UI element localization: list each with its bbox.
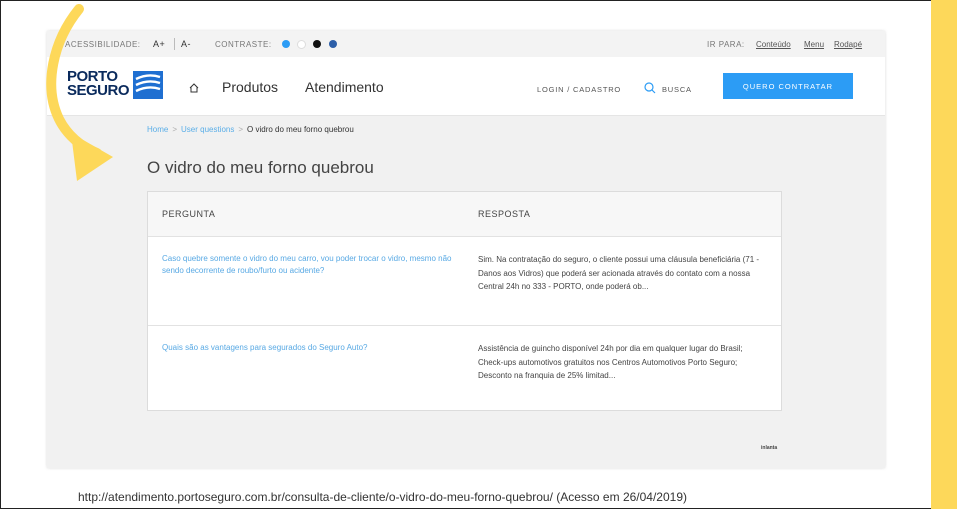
search-link[interactable]: Busca	[662, 85, 692, 94]
header-pergunta: Pergunta	[162, 209, 216, 219]
question-link[interactable]: Quais são as vantagens para segurados do…	[162, 342, 462, 354]
nav-atendimento[interactable]: Atendimento	[305, 79, 384, 95]
page-title: O vidro do meu forno quebrou	[147, 158, 374, 177]
contrast-blue-button[interactable]	[282, 40, 290, 48]
font-increase-button[interactable]: A+	[153, 39, 165, 49]
answer-text: Assistência de guincho disponível 24h po…	[478, 344, 743, 380]
qa-table: Pergunta Resposta Caso quebre somente o …	[147, 191, 782, 411]
goto-menu-link[interactable]: Menu	[804, 40, 824, 49]
goto-label: Ir para:	[707, 40, 745, 49]
header-resposta: Resposta	[478, 209, 531, 219]
contrast-label: Contraste:	[215, 40, 272, 49]
breadcrumb-separator: >	[238, 125, 244, 134]
font-decrease-button[interactable]: A-	[181, 39, 191, 49]
search-icon[interactable]	[644, 82, 656, 94]
website-screenshot: Acessibilidade: A+ A- Contraste: Ir para…	[47, 31, 885, 468]
table-row: Quais são as vantagens para segurados do…	[148, 326, 781, 410]
table-row: Caso quebre somente o vidro do meu carro…	[148, 237, 781, 326]
quero-contratar-button[interactable]: Quero Contratar	[723, 73, 853, 99]
question-link[interactable]: Caso quebre somente o vidro do meu carro…	[162, 253, 462, 277]
goto-footer-link[interactable]: Rodapé	[834, 40, 862, 49]
accessibility-bar: Acessibilidade: A+ A- Contraste: Ir para…	[47, 31, 885, 57]
qa-table-header: Pergunta Resposta	[148, 192, 781, 237]
site-header: PORTO SEGURO Produtos Atendimento Login …	[47, 57, 885, 116]
breadcrumb-separator: >	[172, 125, 178, 134]
breadcrumb-current: O vidro do meu forno quebrou	[247, 125, 354, 134]
divider	[174, 38, 175, 50]
goto-content-link[interactable]: Conteúdo	[756, 40, 791, 49]
source-caption: http://atendimento.portoseguro.com.br/co…	[78, 490, 687, 504]
yellow-side-bar	[931, 0, 957, 509]
contrast-white-button[interactable]	[297, 40, 306, 49]
breadcrumb-home[interactable]: Home	[147, 125, 168, 134]
curved-arrow-icon	[46, 4, 113, 181]
login-link[interactable]: Login / Cadastro	[537, 85, 621, 94]
answer-text: Sim. Na contratação do seguro, o cliente…	[478, 255, 760, 291]
contrast-darkblue-button[interactable]	[329, 40, 337, 48]
signature: inlanta	[761, 445, 778, 451]
slide-frame: Acessibilidade: A+ A- Contraste: Ir para…	[0, 0, 957, 509]
breadcrumb-section[interactable]: User questions	[181, 125, 234, 134]
nav-produtos[interactable]: Produtos	[222, 79, 278, 95]
home-icon[interactable]	[189, 83, 199, 93]
contrast-black-button[interactable]	[313, 40, 321, 48]
breadcrumb: Home > User questions > O vidro do meu forno…	[147, 125, 354, 134]
